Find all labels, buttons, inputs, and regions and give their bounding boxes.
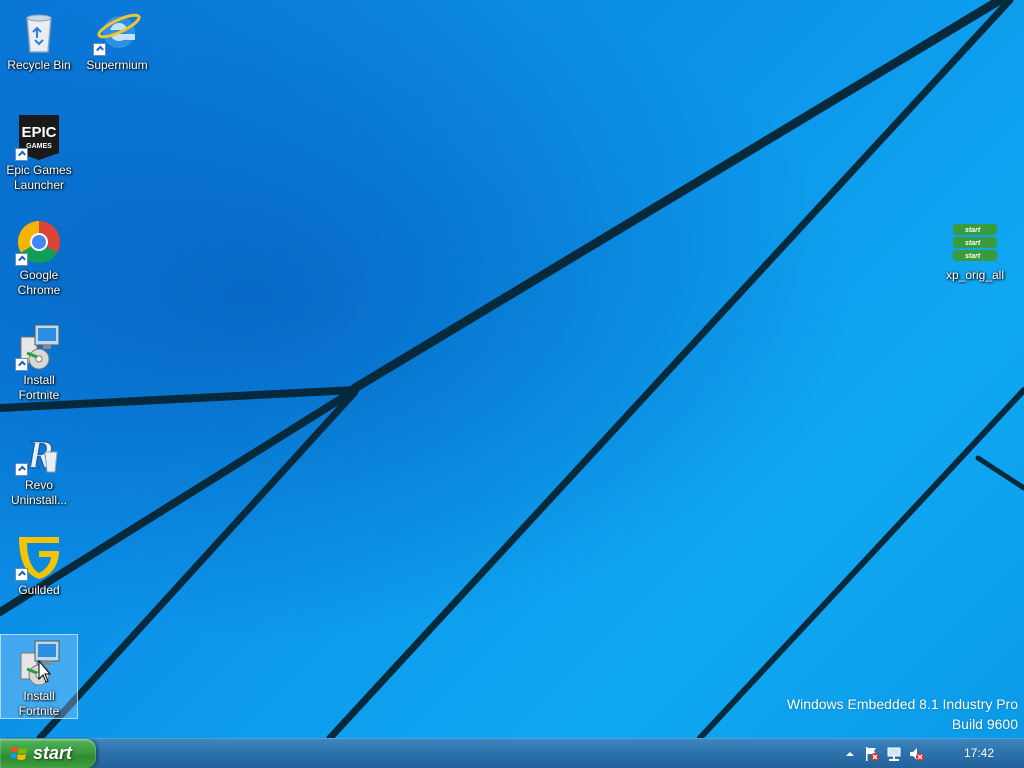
xp-orig-all-icon-item[interactable]: start start start xp_orig_all: [936, 214, 1014, 283]
image-thumbnail-icon: start start start: [951, 218, 999, 266]
guilded-icon: [15, 533, 63, 581]
taskbar[interactable]: start 17:42: [0, 738, 1024, 768]
windows-version-watermark: Windows Embedded 8.1 Industry Pro Build …: [787, 694, 1018, 734]
installer-icon: [15, 639, 63, 687]
show-hidden-icons-icon[interactable]: [842, 746, 858, 762]
version-line-build: Build 9600: [951, 716, 1018, 732]
shortcut-arrow-icon: [15, 148, 28, 161]
action-center-flag-icon[interactable]: [864, 746, 880, 762]
windows-flag-icon: [10, 746, 27, 760]
thumb-start-text: start: [965, 253, 981, 260]
epic-games-icon: EPIC GAMES: [15, 113, 63, 161]
recycle-bin-icon: [15, 8, 63, 56]
shortcut-arrow-icon: [15, 568, 28, 581]
version-line-edition: Windows Embedded 8.1 Industry Pro: [786, 696, 1018, 712]
epic-games-icon-item[interactable]: EPIC GAMES Epic Games Launcher: [0, 109, 78, 193]
start-button[interactable]: start: [0, 739, 96, 768]
wallpaper-lines: [0, 0, 1024, 738]
revo-uninstaller-label: Revo Uninstall...: [10, 478, 68, 507]
chrome-icon: [15, 218, 63, 266]
shortcut-arrow-icon: [93, 43, 106, 56]
revo-uninstaller-icon: R: [15, 428, 63, 478]
install-fortnite-icon-item-selected[interactable]: Install Fortnite: [0, 634, 78, 719]
taskbar-clock[interactable]: 17:42: [964, 746, 994, 760]
desktop[interactable]: Recycle Bin Supermium EPIC GAMES Epic Ga: [0, 0, 1024, 738]
thumb-start-text: start: [965, 227, 981, 234]
recycle-bin-label: Recycle Bin: [7, 58, 71, 72]
internet-explorer-icon: [93, 8, 141, 56]
shortcut-arrow-icon: [15, 358, 28, 371]
supermium-label: Supermium: [86, 58, 148, 72]
guilded-label: Guilded: [18, 583, 60, 597]
install-fortnite-icon-item[interactable]: Install Fortnite: [0, 319, 78, 403]
guilded-icon-item[interactable]: Guilded: [0, 529, 78, 598]
volume-muted-icon[interactable]: [908, 746, 924, 762]
revo-uninstaller-icon-item[interactable]: R Revo Uninstall...: [0, 424, 78, 508]
thumb-start-text: start: [965, 240, 981, 247]
install-fortnite-label: Install Fortnite: [18, 373, 60, 402]
epic-games-label: Epic Games Launcher: [6, 163, 72, 192]
installer-icon: [15, 323, 63, 371]
start-label: start: [33, 743, 73, 763]
shortcut-arrow-icon: [15, 253, 28, 266]
google-chrome-label: Google Chrome: [17, 268, 61, 297]
system-tray: 17:42: [834, 739, 1024, 768]
shortcut-arrow-icon: [15, 463, 28, 476]
epic-logo-text: EPIC: [21, 124, 56, 141]
xp-orig-all-label: xp_orig_all: [945, 268, 1005, 282]
supermium-icon-item[interactable]: Supermium: [78, 4, 156, 73]
epic-logo-subtext: GAMES: [26, 143, 52, 150]
recycle-bin-icon-item[interactable]: Recycle Bin: [0, 4, 78, 73]
google-chrome-icon-item[interactable]: Google Chrome: [0, 214, 78, 298]
network-icon[interactable]: [886, 746, 902, 762]
install-fortnite-label: Install Fortnite: [18, 689, 60, 718]
